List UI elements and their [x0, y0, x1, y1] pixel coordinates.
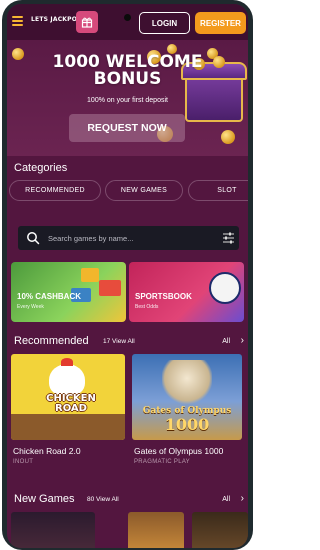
recommended-view-all[interactable]: 17 View All [103, 338, 135, 345]
game-provider: INOUT [13, 459, 34, 465]
register-button[interactable]: REGISTER [195, 12, 246, 34]
gift-button[interactable] [76, 11, 98, 33]
game-card[interactable]: CHICKEN ROAD Chicken Road 2.0 INOUT [11, 354, 129, 465]
hero-title: 1000 WELCOME BONUS [7, 54, 248, 88]
game-name: Gates of Olympus 1000 [134, 446, 224, 456]
new-game-thumbnail[interactable] [11, 512, 95, 548]
recommended-title: Recommended [14, 335, 89, 347]
road-image [11, 414, 125, 440]
chicken-image [49, 364, 85, 396]
new-games-title: New Games [14, 493, 75, 505]
app-screen: LETS JACKPOT LOGIN REGISTER 1000 WELCOME… [7, 4, 248, 548]
new-games-view-all[interactable]: 80 View All [87, 496, 119, 503]
lego-block-image [99, 280, 121, 296]
game-provider: PRAGMATIC PLAY [134, 459, 190, 465]
search-input[interactable] [48, 226, 208, 250]
category-new-games[interactable]: NEW GAMES [105, 180, 183, 201]
phone-frame: LETS JACKPOT LOGIN REGISTER 1000 WELCOME… [2, 0, 253, 550]
search-bar [18, 226, 239, 250]
gates-of-olympus-thumbnail[interactable]: Gates of Olympus 1000 [132, 354, 242, 440]
recommended-header: Recommended 17 View All All › [14, 335, 244, 349]
category-slot[interactable]: SLOT [188, 180, 248, 201]
login-button[interactable]: LOGIN [139, 12, 190, 34]
lego-block-image [81, 268, 99, 282]
soccer-ball-image [209, 272, 241, 304]
coin-decoration [221, 130, 235, 144]
hero-title-line2: BONUS [93, 69, 162, 89]
request-now-button[interactable]: REQUEST NOW [69, 114, 185, 142]
category-recommended[interactable]: RECOMMENDED [9, 180, 101, 201]
cashback-sub: Every Week [17, 304, 44, 310]
cashback-label: 10% CASHBACK [17, 292, 82, 301]
new-game-thumbnail[interactable] [192, 512, 248, 548]
front-camera [124, 14, 131, 21]
sportsbook-label: SPORTSBOOK [135, 292, 192, 301]
chevron-right-icon[interactable]: › [241, 494, 244, 504]
cashback-promo-card[interactable]: 10% CASHBACK Every Week [11, 262, 126, 322]
chicken-comb-image [61, 358, 73, 366]
top-header: LETS JACKPOT LOGIN REGISTER [7, 4, 248, 40]
sportsbook-promo-card[interactable]: SPORTSBOOK Best Odds [129, 262, 244, 322]
hero-subtitle: 100% on your first deposit [87, 97, 168, 104]
search-icon[interactable] [26, 231, 40, 245]
zeus-image [162, 360, 212, 406]
olympus-art-number: 1000 [164, 415, 210, 434]
game-name: Chicken Road 2.0 [13, 446, 81, 456]
chicken-road-thumbnail[interactable]: CHICKEN ROAD [11, 354, 125, 440]
chevron-right-icon[interactable]: › [241, 336, 244, 346]
sportsbook-sub: Best Odds [135, 304, 159, 310]
new-game-thumbnail[interactable] [128, 512, 184, 548]
gates-of-olympus-art-title: Gates of Olympus 1000 [132, 406, 242, 433]
welcome-bonus-banner[interactable]: 1000 WELCOME BONUS 100% on your first de… [7, 40, 248, 156]
new-games-header: New Games 80 View All All › [14, 493, 244, 507]
filter-icon[interactable] [223, 232, 234, 244]
chicken-road-art-title: CHICKEN ROAD [46, 393, 96, 414]
gift-icon [81, 17, 93, 28]
game-card[interactable]: Gates of Olympus 1000 Gates of Olympus 1… [132, 354, 244, 465]
brand-logo[interactable]: LETS JACKPOT [31, 16, 81, 23]
new-games-all-link[interactable]: All [222, 496, 230, 503]
menu-icon[interactable] [12, 16, 23, 27]
recommended-all-link[interactable]: All [222, 338, 230, 345]
categories-title: Categories [14, 162, 68, 174]
